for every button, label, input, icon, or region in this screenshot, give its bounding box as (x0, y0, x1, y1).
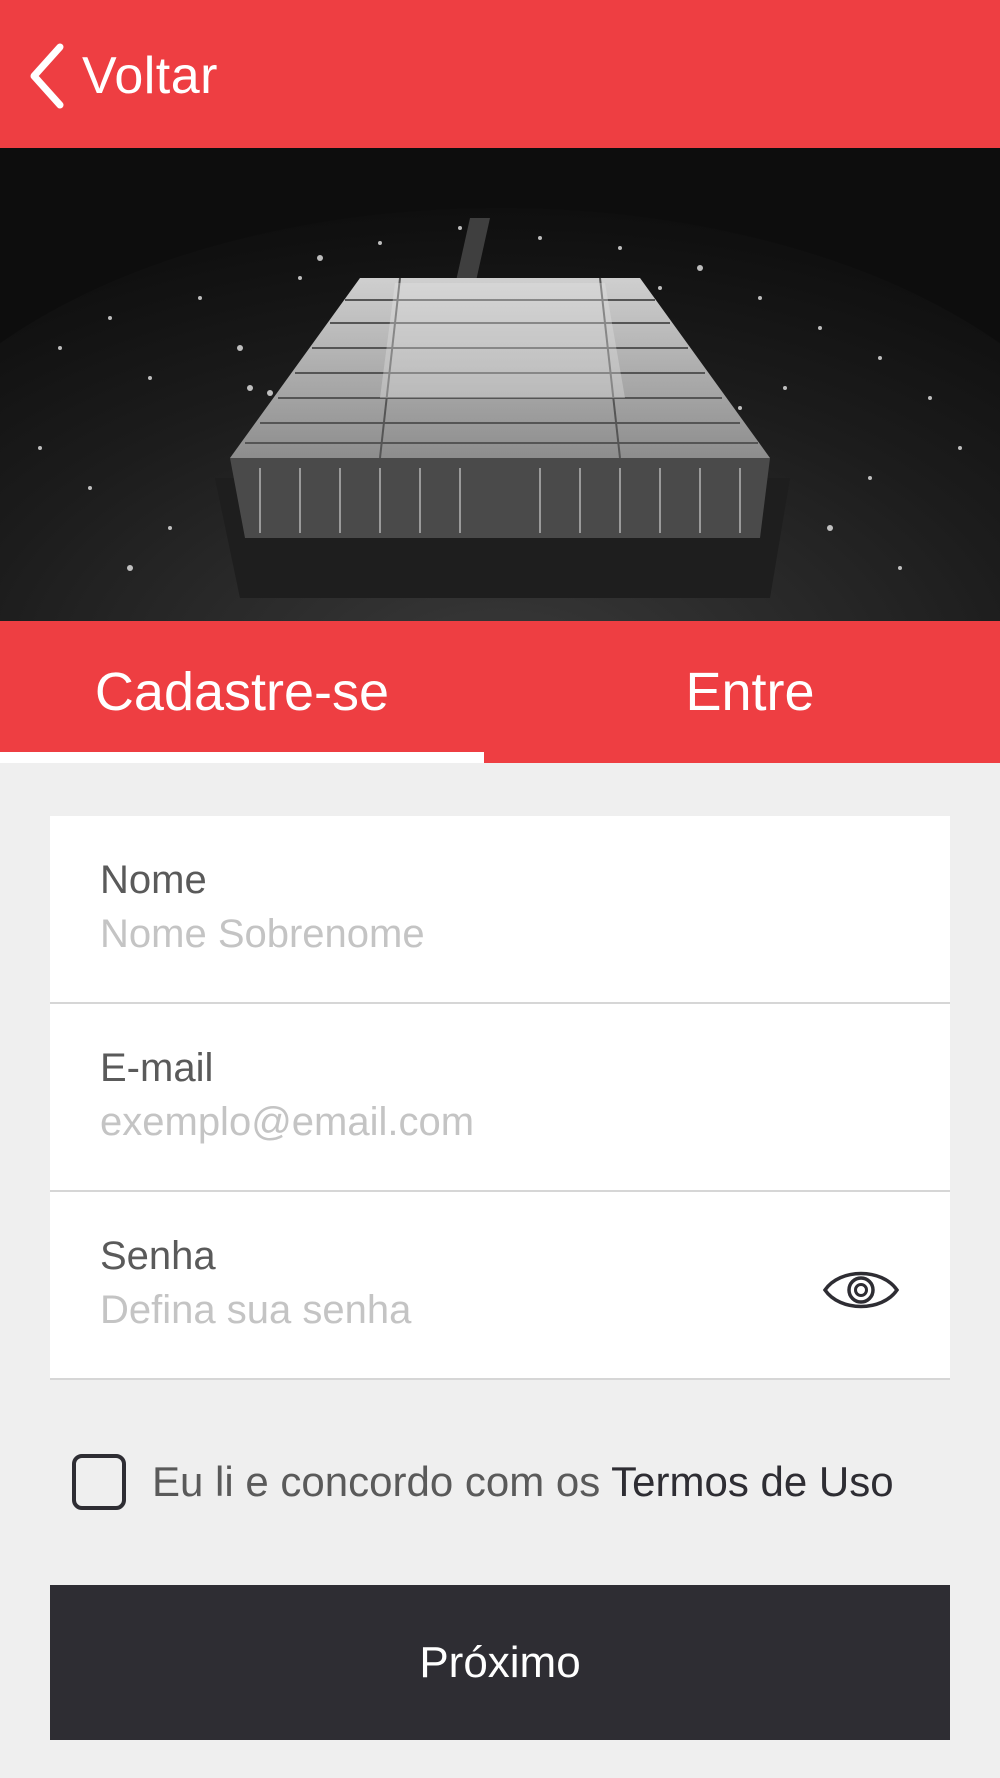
chevron-left-icon (30, 43, 64, 109)
name-input[interactable] (100, 912, 800, 957)
email-input[interactable] (100, 1100, 800, 1145)
terms-label: Eu li e concordo com os (152, 1458, 612, 1505)
back-button[interactable]: Voltar (26, 40, 218, 112)
terms-row: Eu li e concordo com os Termos de Uso (72, 1452, 894, 1512)
terms-text: Eu li e concordo com os Termos de Uso (152, 1458, 894, 1506)
name-field: Nome (50, 816, 950, 1004)
next-button[interactable]: Próximo (50, 1585, 950, 1740)
email-field: E-mail (50, 1004, 950, 1192)
password-field: Senha (50, 1192, 950, 1380)
password-label: Senha (100, 1234, 216, 1278)
tab-login[interactable]: Entre (500, 621, 1000, 763)
tab-signup[interactable]: Cadastre-se (0, 621, 484, 763)
stadium-hero-image (0, 148, 1000, 621)
top-bar: Voltar (0, 0, 1000, 148)
active-tab-indicator (0, 752, 484, 763)
signup-form: Nome E-mail Senha (50, 816, 950, 1380)
back-label: Voltar (82, 47, 218, 105)
eye-icon[interactable] (822, 1264, 900, 1316)
password-input[interactable] (100, 1288, 800, 1333)
name-label: Nome (100, 858, 207, 902)
email-label: E-mail (100, 1046, 214, 1090)
auth-tabs: Cadastre-se Entre (0, 621, 1000, 763)
terms-checkbox[interactable] (72, 1454, 126, 1510)
terms-link[interactable]: Termos de Uso (611, 1458, 893, 1505)
